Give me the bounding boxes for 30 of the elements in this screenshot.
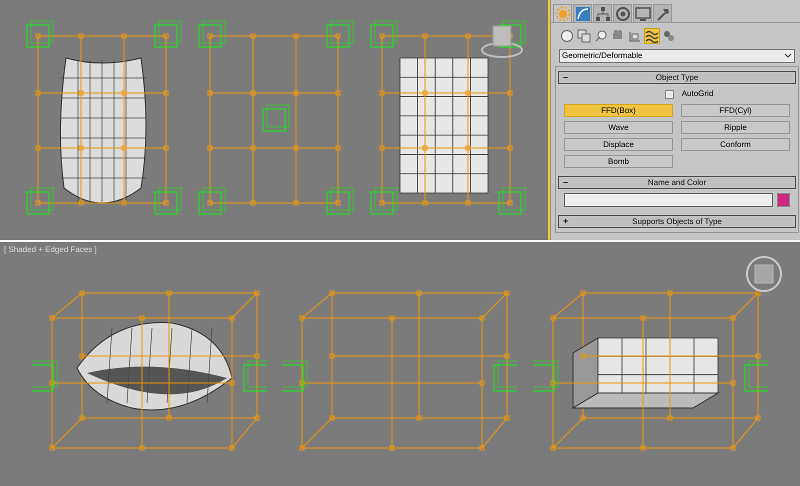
rollout-title: Supports Objects of Type [632, 216, 722, 228]
modifier-button[interactable]: Bomb [564, 155, 673, 168]
hammer-icon[interactable] [653, 4, 672, 22]
sphere-icon[interactable] [559, 28, 575, 44]
modifier-button[interactable]: FFD(Box) [564, 104, 673, 117]
modifier-button[interactable]: Displace [564, 138, 673, 151]
modifier-button[interactable]: Conform [681, 138, 790, 151]
viewcube-icon[interactable] [744, 254, 784, 294]
object-name-field[interactable] [564, 193, 773, 207]
rollout-header[interactable]: + Supports Objects of Type [558, 215, 796, 228]
modifier-button[interactable]: Ripple [681, 121, 790, 134]
color-swatch[interactable] [777, 193, 790, 207]
rollout-toggle[interactable]: – [563, 176, 568, 190]
shapes-icon[interactable] [576, 28, 592, 44]
autogrid-checkbox[interactable] [664, 90, 674, 98]
rollout-header[interactable]: – Name and Color [558, 176, 796, 189]
chevron-down-icon [784, 53, 792, 59]
rollout-toggle[interactable]: – [563, 71, 568, 84]
rollout-title: Name and Color [648, 176, 706, 188]
modifier-button[interactable]: FFD(Cyl) [681, 104, 790, 117]
autogrid-label: AutoGrid [682, 88, 714, 100]
display-icon[interactable] [633, 4, 652, 22]
hierarchy-icon[interactable] [593, 4, 612, 22]
category-dropdown[interactable]: Geometric/Deformable [559, 49, 795, 63]
rollout-toggle[interactable]: + [563, 215, 568, 228]
modifier-button[interactable]: Wave [564, 121, 673, 134]
rollout-title: Object Type [656, 72, 698, 84]
front-viewport[interactable] [0, 0, 550, 240]
wave-icon[interactable] [644, 28, 660, 44]
rollout-header[interactable]: – Object Type [558, 71, 796, 84]
